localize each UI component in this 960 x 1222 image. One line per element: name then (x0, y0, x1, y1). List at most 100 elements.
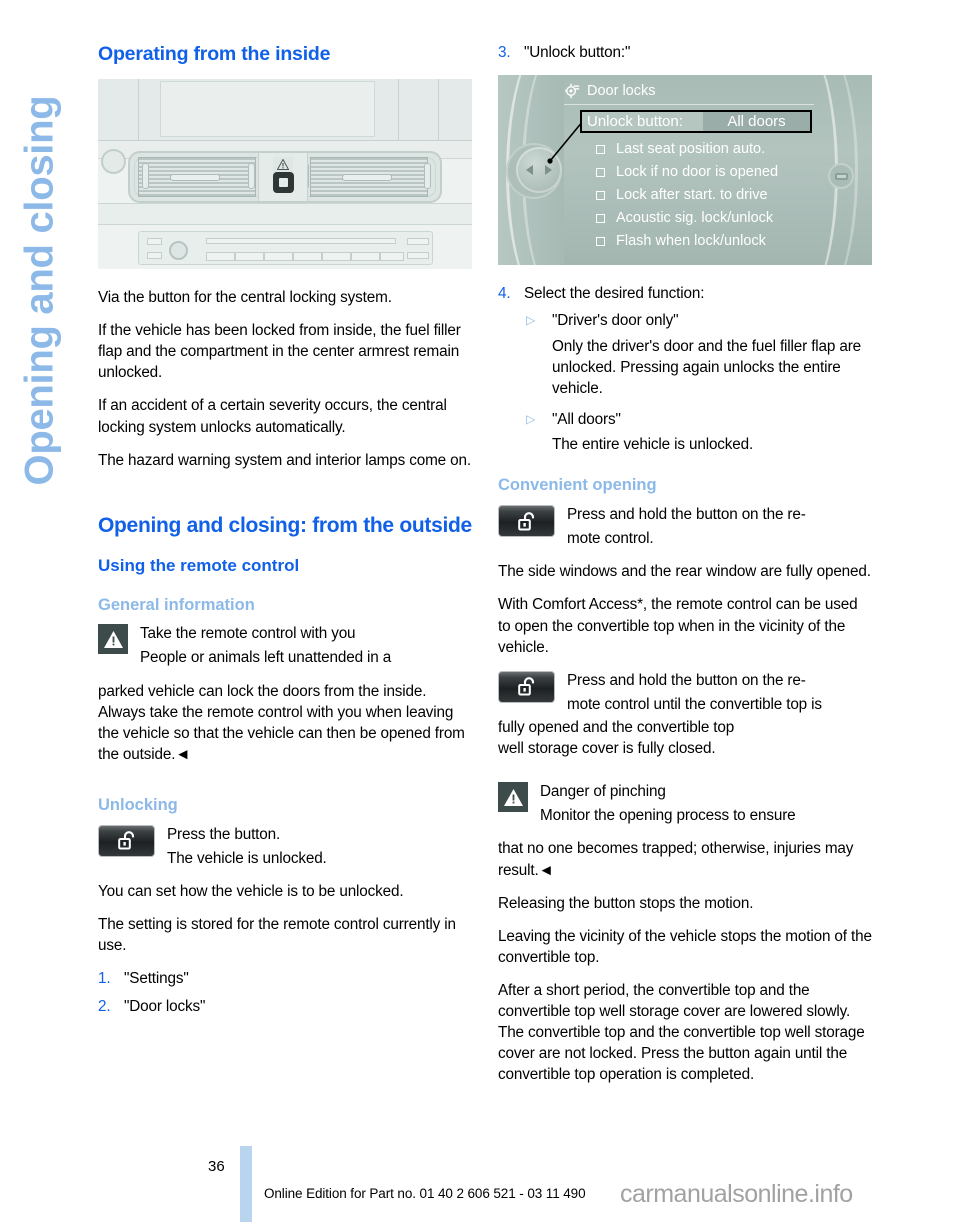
central-locking-button[interactable] (273, 171, 294, 193)
bullet-label: "All doors" (552, 410, 621, 428)
dashboard-illustration (98, 78, 472, 269)
unlock-button-value: All doors (703, 112, 810, 132)
right-bezel-knob[interactable] (828, 163, 854, 190)
idrive-controller[interactable] (516, 147, 562, 194)
page-footer: 36 Online Edition for Part no. 01 40 2 6… (0, 1138, 960, 1222)
vent-slider-left (170, 173, 220, 181)
warning-triangle-icon (498, 782, 528, 813)
radio-control-panel (138, 230, 433, 265)
paragraph-leaving-vicinity: Leaving the vicinity of the vehicle stop… (498, 927, 872, 966)
unlock-button-row[interactable]: Unlock button: All doors (580, 110, 812, 134)
radio-extra-button[interactable] (407, 251, 429, 259)
radio-preset-2[interactable] (235, 251, 264, 261)
step-number: 3. (498, 44, 511, 61)
dashboard-figure (98, 78, 472, 269)
menu-option-label: Acoustic sig. lock/unlock (616, 210, 774, 227)
list-item: 3. "Unlock button:" (498, 42, 874, 63)
menu-option-lock-if-no-door[interactable]: Lock if no door is opened (596, 164, 778, 180)
section-heading-outside: Opening and closing: from the outside (98, 513, 472, 537)
unlock-button-label: Unlock button: (587, 113, 683, 131)
radio-button[interactable] (147, 251, 162, 259)
chapter-side-tab: Opening and closing (0, 0, 92, 1222)
bullet-label: "Driver's door only" (552, 312, 679, 330)
list-item: 2. "Door locks" (98, 996, 474, 1017)
paragraph-comfort-access: With Comfort Access*, the remote control… (498, 596, 858, 656)
step-number: 2. (98, 998, 111, 1016)
remote-unlock-button-icon (498, 505, 555, 538)
heading-unlocking: Unlocking (98, 796, 178, 815)
heading-general-information: General information (98, 595, 255, 614)
radio-button[interactable] (147, 237, 162, 245)
bullet-body-drivers-door: Only the driver's door and the fuel fill… (552, 337, 862, 397)
vent-tab (142, 162, 149, 189)
screen-title: Door locks (587, 83, 656, 100)
key-line-2: mote control until the convertible top i… (567, 695, 822, 713)
page-title: Operating from the inside (98, 43, 331, 65)
windshield-line (438, 78, 439, 141)
menu-option-last-seat-position[interactable]: Last seat position auto. (596, 141, 765, 157)
door-locks-screen-figure: Door locks Unlock button: All doors Last… (498, 75, 872, 266)
key-block-press-button: Press the button. The vehicle is unlocke… (98, 824, 474, 869)
screen-header: Door locks (564, 83, 814, 106)
warning-block-take-remote: Take the remote control with you People … (98, 623, 474, 668)
heading-convenient-opening: Convenient opening (498, 476, 657, 495)
radio-preset-4[interactable] (293, 251, 322, 261)
checkbox-icon (596, 144, 605, 154)
key-line-press: Press the button. (167, 825, 281, 843)
radio-preset-5[interactable] (322, 251, 351, 261)
bullet-all-doors: ▷ "All doors" (498, 409, 874, 430)
paragraph-hazard-lamps: The hazard warning system and interior l… (98, 451, 471, 469)
windshield-line (398, 78, 399, 141)
chevron-right-icon (545, 165, 552, 176)
key-icon-container (98, 824, 155, 857)
key-icon-container (498, 670, 555, 703)
key-block-2-continuation-1: fully opened and the convertible top (498, 719, 735, 737)
vent-tab (248, 162, 255, 189)
paragraph-set-unlock-mode: You can set how the vehicle is to be unl… (98, 883, 404, 901)
menu-option-label: Lock if no door is opened (616, 164, 779, 181)
dash-lower-trim (98, 202, 472, 225)
chapter-side-tab-label: Opening and closing (17, 95, 62, 486)
figure-caption: Via the button for the central locking s… (98, 288, 392, 306)
warning-icon-container (98, 624, 128, 655)
list-item: 1. "Settings" (98, 968, 474, 989)
radio-preset-7[interactable] (380, 251, 404, 261)
step-text: "Settings" (124, 970, 189, 988)
warning-title: Take the remote control with you (140, 625, 356, 643)
menu-option-flash-when-lock[interactable]: Flash when lock/unlock (596, 233, 766, 249)
remote-unlock-button-icon (98, 824, 155, 857)
paragraph-setting-stored: The setting is stored for the remote con… (98, 916, 456, 955)
radio-knob[interactable] (169, 240, 188, 260)
warning-block-danger-pinching: Danger of pinching Monitor the opening p… (498, 781, 874, 826)
key-line-1: Press and hold the button on the re- (567, 506, 806, 524)
paragraph-locked-from-inside: If the vehicle has been locked from insi… (98, 322, 461, 382)
footer-accent-bar (240, 1146, 252, 1222)
vent-tab (424, 162, 431, 189)
menu-option-label: Lock after start. to drive (616, 187, 768, 204)
radio-preset-3[interactable] (264, 251, 293, 261)
menu-option-label: Flash when lock/unlock (616, 233, 766, 250)
right-column: 3. "Unlock button:" Door locks Unlock bu… (498, 42, 874, 1098)
menu-option-label: Last seat position auto. (616, 141, 766, 158)
list-item: 4. Select the desired function: (498, 283, 874, 304)
paragraph-after-short-period: After a short period, the convertible to… (498, 982, 865, 1084)
checkbox-icon (596, 190, 605, 200)
warning-first-line: People or animals left unattended in a (140, 649, 392, 667)
step-number: 1. (98, 970, 111, 988)
watermark-text: carmanualsonline.info (620, 1180, 853, 1208)
checkbox-icon (596, 236, 605, 246)
radio-up-button[interactable] (407, 237, 429, 245)
paragraph-accident-unlock: If an accident of a certain severity occ… (98, 397, 447, 436)
warning-triangle-icon (98, 624, 128, 655)
radio-preset-1[interactable] (206, 251, 235, 261)
menu-option-acoustic-signal[interactable]: Acoustic sig. lock/unlock (596, 210, 773, 226)
warning-text-lines: Take the remote control with you People … (98, 623, 474, 668)
door-lock-icon (279, 177, 288, 187)
paragraph-releasing-button: Releasing the button stops the motion. (498, 894, 754, 912)
menu-option-lock-after-start[interactable]: Lock after start. to drive (596, 187, 768, 203)
radio-preset-6[interactable] (351, 251, 380, 261)
step-number: 4. (498, 285, 511, 303)
